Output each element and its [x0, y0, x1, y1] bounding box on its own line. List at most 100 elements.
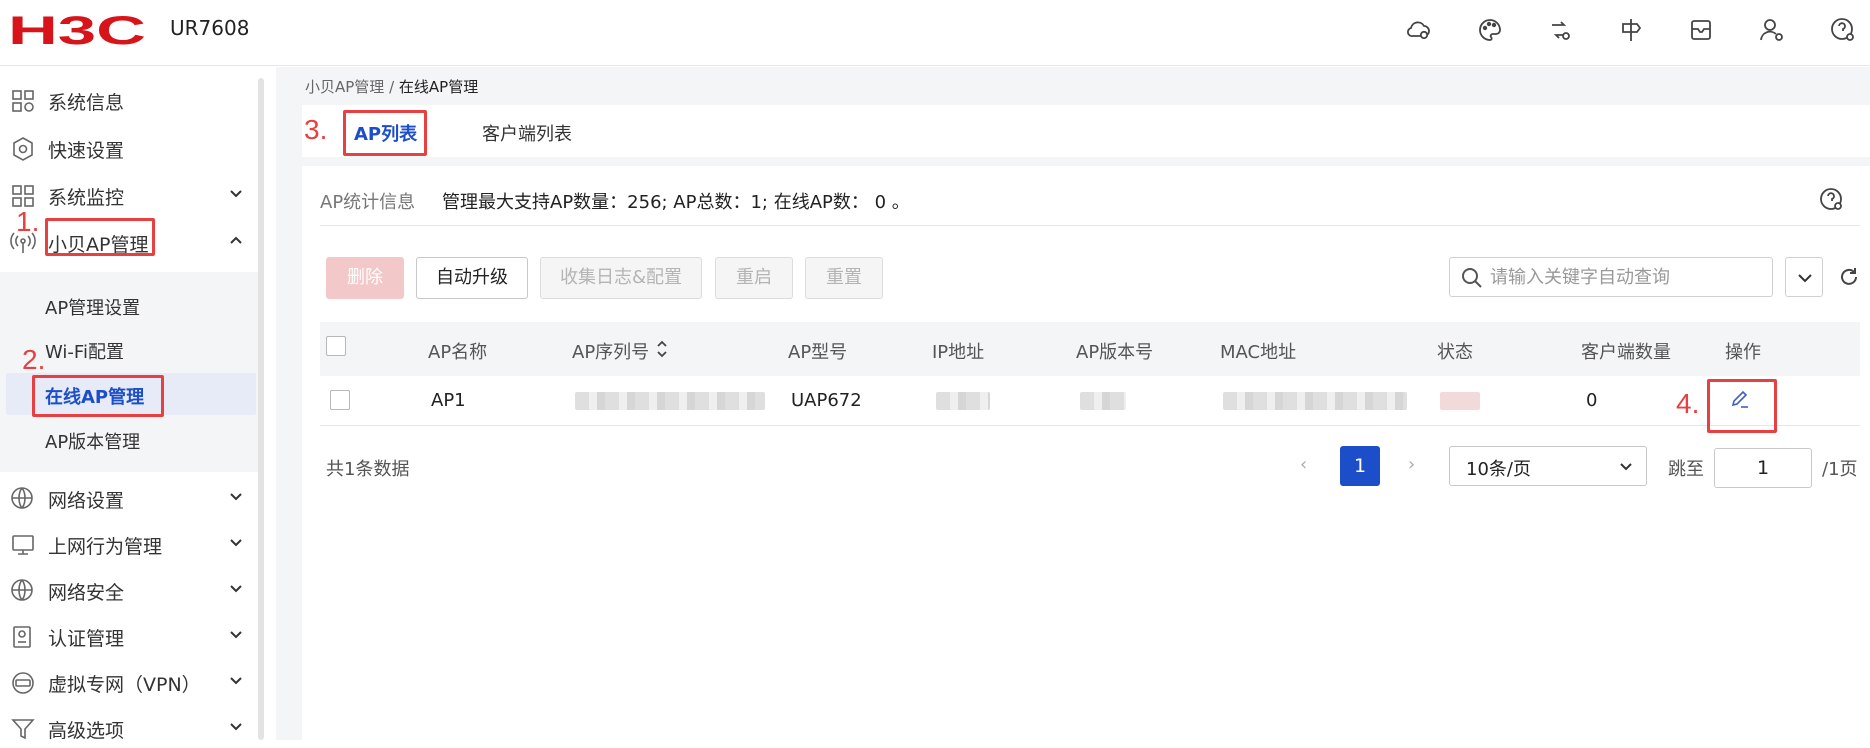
stats-label: AP统计信息 [320, 192, 416, 213]
filter-icon [10, 716, 36, 742]
submenu-label: AP版本管理 [45, 432, 141, 453]
device-model: UR7608 [170, 16, 250, 40]
breadcrumb: 小贝AP管理 / 在线AP管理 [305, 76, 478, 97]
col-ap-name: AP名称 [428, 342, 488, 363]
quick-setup-icon [10, 136, 36, 162]
col-ap-serial[interactable]: AP序列号 [572, 338, 649, 364]
search-input[interactable] [1490, 264, 1760, 290]
svg-text:H3C: H3C [8, 10, 146, 50]
col-ip: IP地址 [932, 342, 985, 363]
search-icon [1460, 266, 1484, 290]
sidebar-item-label: 系统监控 [48, 187, 125, 209]
annotation-2: 2. [22, 344, 46, 375]
sidebar-scrollbar[interactable] [258, 78, 264, 740]
vpn-icon [10, 670, 36, 696]
cell-ap-name: AP1 [431, 390, 466, 411]
jump-label: 跳至 [1668, 459, 1704, 480]
auto-upgrade-button[interactable]: 自动升级 [416, 257, 528, 299]
chevron-down-icon [1618, 459, 1634, 475]
search-box [1449, 257, 1773, 297]
chevron-down-icon [228, 578, 244, 598]
top-header: H3C UR7608 [0, 0, 1870, 66]
chevron-down-icon [228, 716, 244, 736]
select-all-checkbox[interactable] [326, 336, 346, 356]
table-row[interactable]: AP1 UAP672 0 [320, 376, 1860, 426]
help-gear-icon[interactable] [1829, 16, 1857, 44]
col-actions: 操作 [1725, 342, 1761, 363]
system-info-icon [10, 88, 36, 114]
breadcrumb-current: 在线AP管理 [398, 78, 479, 96]
refresh-icon[interactable] [1838, 266, 1860, 288]
highlight-box-4 [1707, 379, 1777, 433]
sidebar-item-advanced[interactable]: 高级选项 [0, 708, 258, 748]
sidebar-item-system-info[interactable]: 系统信息 [0, 80, 258, 120]
annotation-3: 3. [304, 114, 328, 145]
cell-client-count: 0 [1586, 390, 1598, 411]
annotation-4: 4. [1676, 388, 1700, 419]
auth-icon [10, 624, 36, 650]
behavior-icon [10, 532, 36, 558]
page-button-current[interactable]: 1 [1340, 446, 1380, 486]
annotation-1: 1. [16, 206, 40, 237]
sidebar-item-quick-setup[interactable]: 快速设置 [0, 128, 258, 168]
stats-text: 管理最大支持AP数量：256; AP总数：1; 在线AP数： 0 。 [442, 192, 910, 213]
cell-mac-redacted [1223, 392, 1407, 410]
jump-page-input[interactable] [1714, 448, 1812, 488]
page-size-select[interactable]: 10条/页 [1449, 446, 1647, 486]
tab-client-list[interactable]: 客户端列表 [482, 120, 572, 146]
sidebar-item-auth[interactable]: 认证管理 [0, 616, 258, 656]
submenu-ap-settings[interactable]: AP管理设置 [6, 284, 256, 326]
sort-icon[interactable] [656, 338, 668, 360]
search-dropdown-button[interactable] [1785, 257, 1823, 297]
collect-logs-button[interactable]: 收集日志&配置 [540, 257, 702, 299]
chevron-up-icon [228, 230, 244, 250]
sync-icon[interactable] [1546, 16, 1574, 44]
palette-icon[interactable] [1476, 16, 1504, 44]
next-page-icon[interactable]: › [1408, 454, 1415, 475]
sidebar-item-label: 网络设置 [48, 490, 125, 512]
sidebar-item-label: 认证管理 [48, 628, 125, 650]
chevron-down-icon [1798, 274, 1812, 283]
highlight-box-3 [343, 110, 427, 156]
row-checkbox[interactable] [330, 390, 350, 410]
sidebar-item-network-settings[interactable]: 网络设置 [0, 478, 258, 518]
breadcrumb-parent[interactable]: 小贝AP管理 / [305, 78, 394, 96]
page-size-value: 10条/页 [1466, 459, 1531, 480]
mailbox-icon[interactable] [1687, 16, 1715, 44]
divider [320, 225, 1860, 226]
cell-ip-redacted [936, 392, 990, 410]
globe-gear-icon [10, 486, 36, 512]
highlight-box-1 [45, 218, 155, 256]
signpost-icon[interactable] [1617, 16, 1645, 44]
col-client-count: 客户端数量 [1581, 342, 1671, 363]
user-gear-icon[interactable] [1758, 16, 1786, 44]
prev-page-icon[interactable]: ‹ [1300, 454, 1307, 475]
col-status: 状态 [1437, 342, 1473, 363]
sidebar-item-label: 上网行为管理 [48, 536, 163, 558]
chevron-down-icon [228, 486, 244, 506]
sidebar-item-label: 高级选项 [48, 720, 125, 742]
help-icon[interactable] [1818, 186, 1846, 214]
col-ap-version: AP版本号 [1076, 342, 1154, 363]
chevron-down-icon [228, 532, 244, 552]
sidebar-item-vpn[interactable]: 虚拟专网（VPN） [0, 662, 258, 702]
h3c-logo: H3C [8, 9, 148, 53]
col-ap-model: AP型号 [788, 342, 848, 363]
cell-status-redacted [1440, 392, 1480, 410]
reset-button[interactable]: 重置 [805, 257, 883, 299]
sidebar-item-label: 网络安全 [48, 582, 125, 604]
sidebar-item-label: 系统信息 [48, 92, 125, 114]
sidebar-item-behavior[interactable]: 上网行为管理 [0, 524, 258, 564]
delete-button[interactable]: 删除 [326, 257, 404, 299]
restart-button[interactable]: 重启 [715, 257, 793, 299]
table-header: AP名称 AP序列号 AP型号 IP地址 AP版本号 MAC地址 状态 客户端数… [320, 322, 1860, 376]
sidebar-item-label: 虚拟专网（VPN） [48, 674, 201, 696]
cloud-gear-icon[interactable] [1405, 16, 1433, 44]
sidebar-item-label: 快速设置 [48, 140, 125, 162]
cell-ap-model: UAP672 [791, 390, 862, 411]
sidebar-item-network-security[interactable]: 网络安全 [0, 570, 258, 610]
submenu-ap-version[interactable]: AP版本管理 [6, 418, 256, 460]
submenu-label: Wi-Fi配置 [45, 342, 124, 363]
chevron-down-icon [228, 624, 244, 644]
col-mac: MAC地址 [1220, 342, 1297, 363]
